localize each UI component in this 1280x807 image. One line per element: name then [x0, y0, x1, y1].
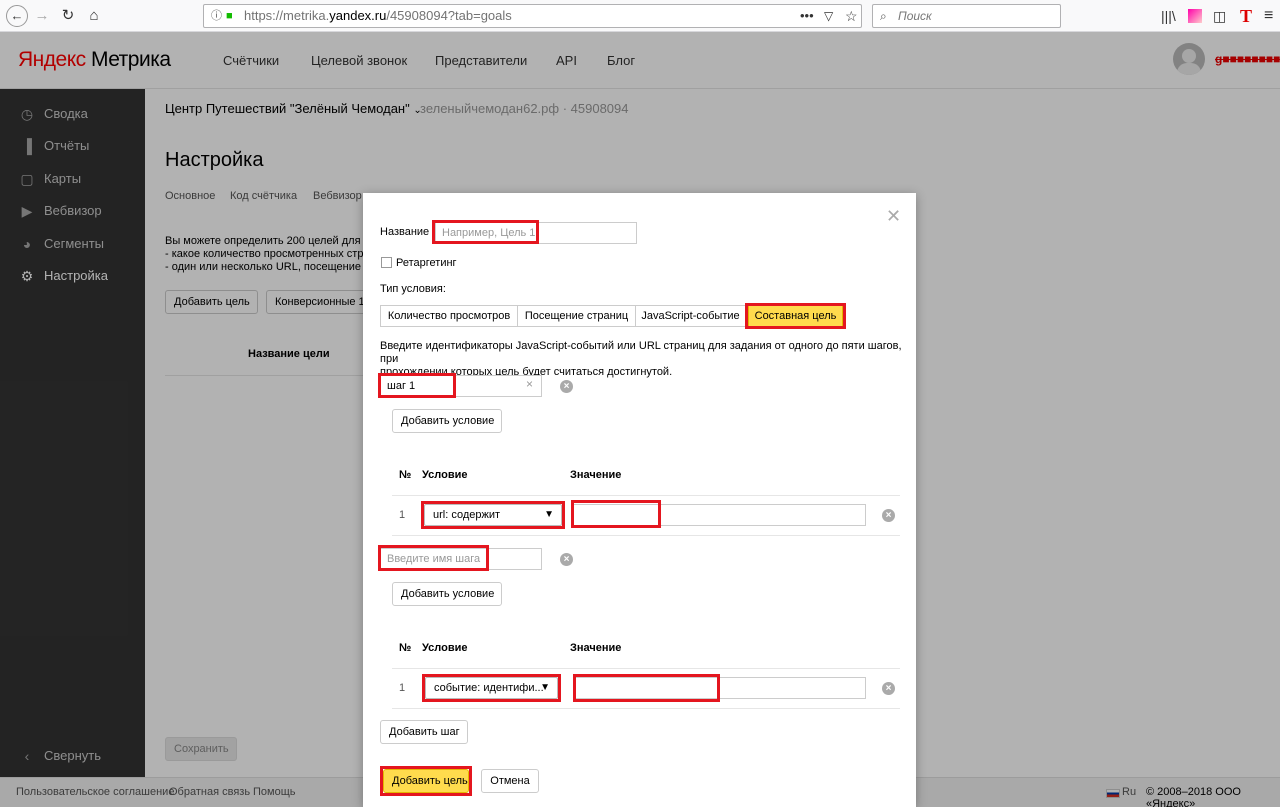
close-icon[interactable]: ✕ — [886, 207, 901, 225]
submit-goal-button[interactable]: Добавить цель — [383, 769, 469, 793]
add-condition-button[interactable]: Добавить условие — [392, 409, 502, 433]
retargeting-label: Ретаргетинг — [396, 257, 457, 269]
chevron-down-icon: ▼ — [540, 682, 550, 693]
condition-type-label: Тип условия: — [380, 283, 446, 295]
column-no: № — [399, 469, 412, 481]
url-text: https://metrika.yandex.ru/45908094?tab=g… — [244, 8, 512, 23]
info-icon[interactable]: ⓘ — [211, 5, 222, 27]
condition-value-input[interactable] — [573, 504, 866, 526]
search-icon: ⌕ — [880, 9, 887, 23]
chevron-down-icon: ▼ — [544, 509, 554, 520]
url-bar[interactable]: ⓘ ■ https://metrika.yandex.ru/45908094?t… — [203, 4, 862, 28]
remove-condition-icon[interactable]: × — [882, 682, 895, 695]
table-divider — [392, 708, 900, 709]
cancel-button[interactable]: Отмена — [481, 769, 539, 793]
pocket-icon[interactable]: ▽ — [824, 5, 833, 27]
add-goal-dialog: ✕ Название Например, Цель 1 Ретаргетинг … — [363, 193, 916, 807]
library-icon[interactable]: |||\ — [1161, 8, 1176, 24]
home-icon[interactable]: ⌂ — [83, 5, 105, 27]
condition-value-input[interactable] — [573, 677, 866, 699]
forward-icon[interactable]: → — [31, 5, 53, 27]
table-divider — [392, 668, 900, 669]
remove-step-icon[interactable]: × — [560, 553, 573, 566]
row-number: 1 — [399, 682, 406, 694]
column-value: Значение — [570, 469, 622, 481]
retargeting-checkbox[interactable] — [381, 257, 392, 268]
extension-icon[interactable] — [1188, 9, 1202, 23]
condition-type-composite[interactable]: Составная цель — [748, 305, 843, 327]
column-condition: Условие — [422, 469, 468, 481]
condition-type-js-event[interactable]: JavaScript-событие — [635, 305, 746, 327]
goal-name-label: Название — [380, 226, 430, 238]
composite-hint: Введите идентификаторы JavaScript-событи… — [380, 340, 902, 378]
remove-step-icon[interactable]: × — [560, 380, 573, 393]
sidebar-toggle-icon[interactable]: ◫ — [1213, 8, 1226, 24]
reload-icon[interactable]: ↻ — [57, 5, 79, 27]
row-number: 1 — [399, 509, 406, 521]
search-placeholder: Поиск — [898, 9, 932, 23]
step-name-input[interactable]: Введите имя шага — [380, 548, 542, 570]
column-value: Значение — [570, 642, 622, 654]
add-condition-button[interactable]: Добавить условие — [392, 582, 502, 606]
table-divider — [392, 495, 900, 496]
condition-select[interactable]: url: содержит ▼ — [424, 504, 562, 526]
translate-extension-icon[interactable]: T — [1240, 6, 1252, 27]
menu-icon[interactable]: ≡ — [1264, 8, 1273, 24]
column-no: № — [399, 642, 412, 654]
column-condition: Условие — [422, 642, 468, 654]
back-icon[interactable]: ← — [6, 5, 28, 27]
remove-condition-icon[interactable]: × — [882, 509, 895, 522]
condition-type-pages[interactable]: Посещение страниц — [517, 305, 636, 327]
table-divider — [392, 535, 900, 536]
more-icon[interactable]: ••• — [800, 5, 814, 27]
lock-icon: ■ — [226, 10, 233, 22]
clear-icon[interactable]: × — [526, 377, 533, 391]
goal-name-input[interactable]: Например, Цель 1 — [435, 222, 637, 244]
bookmark-star-icon[interactable]: ☆ — [845, 5, 858, 27]
condition-type-views[interactable]: Количество просмотров — [380, 305, 518, 327]
condition-select[interactable]: событие: идентифи... ▼ — [425, 677, 558, 699]
step-name-input[interactable]: шаг 1 — [380, 375, 542, 397]
add-step-button[interactable]: Добавить шаг — [380, 720, 468, 744]
search-bar[interactable]: ⌕ Поиск — [872, 4, 1061, 28]
